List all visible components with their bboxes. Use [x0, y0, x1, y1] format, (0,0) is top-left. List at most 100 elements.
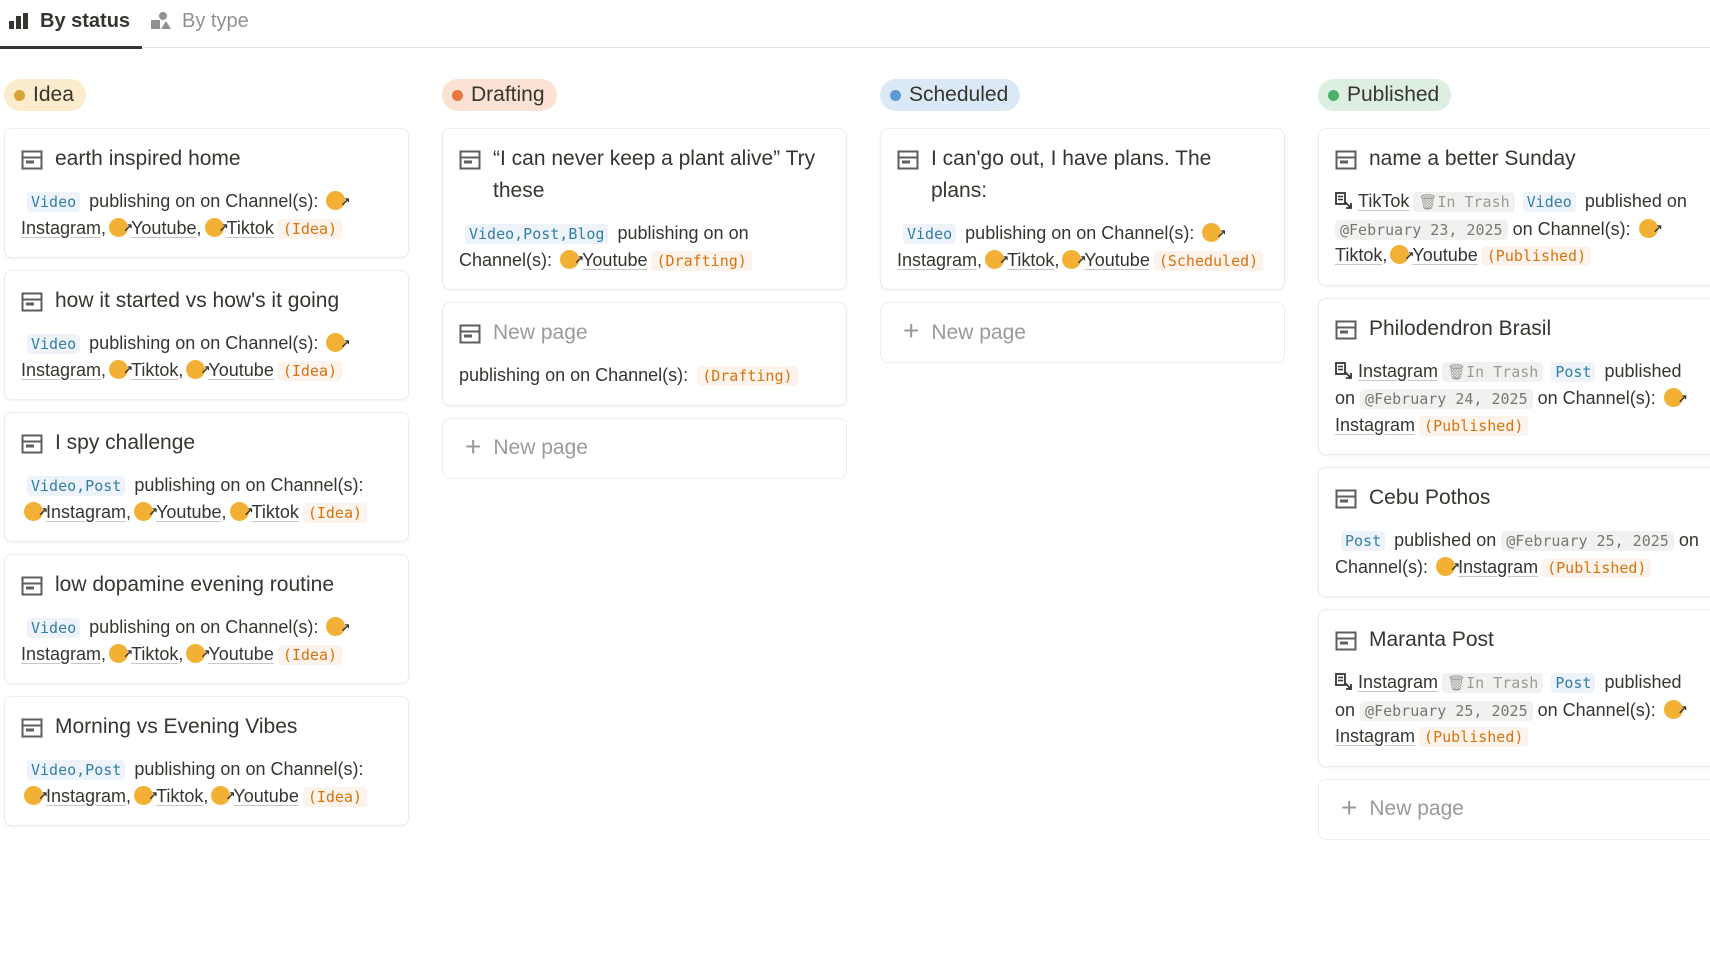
card-title-row: I can'go out, I have plans. The plans:: [897, 143, 1268, 207]
card-title-row: Cebu Pothos: [1335, 482, 1706, 514]
status-pill[interactable]: Drafting: [442, 79, 557, 111]
card-title: Morning vs Evening Vibes: [55, 715, 298, 738]
card[interactable]: I spy challenge Video,Post publishing on …: [4, 412, 409, 542]
card[interactable]: I can'go out, I have plans. The plans: Vi…: [880, 128, 1285, 290]
new-page-button[interactable]: + New page: [442, 417, 847, 479]
channel-link[interactable]: Instagram: [46, 502, 126, 522]
channel-link[interactable]: Youtube: [1412, 245, 1477, 265]
page-icon: [21, 434, 43, 459]
card[interactable]: name a better Sunday TikTok 🗑In Trash Video…: [1318, 128, 1710, 286]
type-icon: [1335, 361, 1352, 387]
column-drafting: Drafting “I can never keep a plant alive”…: [442, 72, 847, 840]
status-dot-icon: [1328, 89, 1339, 101]
status-code: (Idea): [277, 644, 343, 665]
status-code: (Drafting): [697, 366, 798, 386]
channel-link[interactable]: Youtube: [208, 360, 273, 380]
channel-link[interactable]: Tiktok: [252, 502, 299, 522]
channel-link[interactable]: Tiktok: [131, 360, 178, 380]
shapes-icon: [150, 11, 172, 31]
card[interactable]: “I can never keep a plant alive” Try the…: [442, 128, 847, 290]
card-properties: Video publishing on on Channel(s): Insta…: [21, 615, 392, 668]
channel-link[interactable]: Youtube: [156, 502, 221, 522]
card-title-row: Maranta Post: [1335, 624, 1706, 656]
trash-label: In Trash: [1466, 674, 1539, 692]
status-code: (Idea): [302, 786, 368, 807]
channel-link[interactable]: Youtube: [582, 250, 647, 270]
type-value[interactable]: Instagram: [1358, 672, 1438, 692]
status-label: Scheduled: [909, 83, 1009, 106]
channel-link[interactable]: Tiktok: [227, 218, 274, 238]
card[interactable]: Morning vs Evening Vibes Video,Post publi…: [4, 696, 409, 826]
channel-icon: [24, 784, 48, 810]
channel-link[interactable]: Tiktok: [1335, 245, 1382, 265]
channel-link[interactable]: Instagram: [1335, 726, 1415, 746]
channel-icon: [109, 358, 133, 384]
channels-label: on Channel(s):: [570, 365, 689, 385]
page-icon: [21, 718, 43, 743]
channel-link[interactable]: Instagram: [21, 360, 101, 380]
status-code: (Idea): [302, 502, 368, 523]
new-page-button[interactable]: + New page: [880, 302, 1285, 363]
card-properties: Instagram 🗑In Trash Post published on @Feb…: [1335, 359, 1706, 440]
column-header: Published: [1318, 72, 1710, 118]
channels-label: on Channel(s):: [200, 333, 319, 353]
card[interactable]: Maranta Post Instagram 🗑In Trash Post publi…: [1318, 609, 1710, 767]
publish-date: @February 25, 2025: [1501, 531, 1674, 551]
channel-link[interactable]: Youtube: [208, 644, 273, 664]
page-icon: [21, 292, 43, 317]
trash-label: In Trash: [1437, 193, 1510, 211]
type-value[interactable]: Instagram: [1358, 361, 1438, 381]
channel-link[interactable]: Instagram: [21, 218, 101, 238]
content-type-tag: Post: [1341, 531, 1386, 551]
column-published: Published name a better Sunday TikTok 🗑In T…: [1318, 72, 1710, 840]
content-type-tag: Post: [1551, 673, 1596, 693]
channel-link[interactable]: Tiktok: [131, 644, 178, 664]
channel-link[interactable]: Instagram: [1335, 415, 1415, 435]
tab-by-type[interactable]: By type: [142, 0, 261, 47]
new-page-button[interactable]: + New page: [1318, 778, 1710, 840]
channel-link[interactable]: Tiktok: [156, 786, 203, 806]
channel-icon: [229, 500, 254, 526]
card-properties: publishing on on Channel(s): (Drafting): [459, 363, 830, 390]
page-icon: [1335, 150, 1357, 175]
page-icon: [459, 150, 481, 175]
card[interactable]: how it started vs how's it going Video pu…: [4, 270, 409, 400]
card[interactable]: earth inspired home Video publishing on o…: [4, 128, 409, 258]
channel-link[interactable]: Instagram: [897, 250, 977, 270]
type-icon: [1335, 672, 1352, 698]
card[interactable]: low dopamine evening routine Video publis…: [4, 554, 409, 684]
channel-icon: [109, 642, 133, 668]
channel-link[interactable]: Instagram: [46, 786, 126, 806]
publish-date: @February 24, 2025: [1360, 389, 1533, 409]
trash-label: In Trash: [1466, 362, 1539, 381]
status-pill[interactable]: Idea: [4, 79, 86, 111]
verb-label: published on: [1394, 530, 1497, 550]
status-dot-icon: [14, 89, 25, 101]
card-title-row: earth inspired home: [21, 143, 392, 175]
card-title: Cebu Pothos: [1369, 486, 1491, 509]
channel-link[interactable]: Youtube: [131, 218, 196, 238]
status-pill[interactable]: Scheduled: [880, 79, 1021, 111]
content-type-tag: Video: [27, 618, 81, 638]
channel-link[interactable]: Instagram: [21, 644, 101, 664]
channels-label: on Channel(s):: [200, 191, 319, 211]
card-title: New page: [493, 321, 588, 344]
tab-by-status[interactable]: By status: [0, 1, 143, 49]
card[interactable]: Philodendron Brasil Instagram 🗑In Trash Pos…: [1318, 297, 1710, 455]
board-icon: [8, 12, 30, 30]
card[interactable]: New page publishing on on Channel(s): (D…: [442, 302, 847, 406]
card-title-row: New page: [459, 317, 830, 349]
status-pill[interactable]: Published: [1318, 79, 1452, 111]
status-code: (Drafting): [651, 250, 752, 271]
channel-link[interactable]: Youtube: [233, 786, 298, 806]
channel-link[interactable]: Youtube: [1084, 250, 1149, 270]
channel-link[interactable]: Instagram: [1458, 557, 1538, 577]
card-title: earth inspired home: [55, 147, 241, 170]
content-type-tag: Post: [1551, 361, 1596, 382]
card[interactable]: Cebu Pothos Post published on @February 2…: [1318, 467, 1710, 597]
channel-link[interactable]: Tiktok: [1007, 250, 1054, 270]
status-dot-icon: [452, 89, 463, 101]
type-value[interactable]: TikTok: [1358, 191, 1409, 211]
card-title: low dopamine evening routine: [55, 573, 335, 596]
channels-label: on Channel(s):: [1512, 218, 1631, 239]
